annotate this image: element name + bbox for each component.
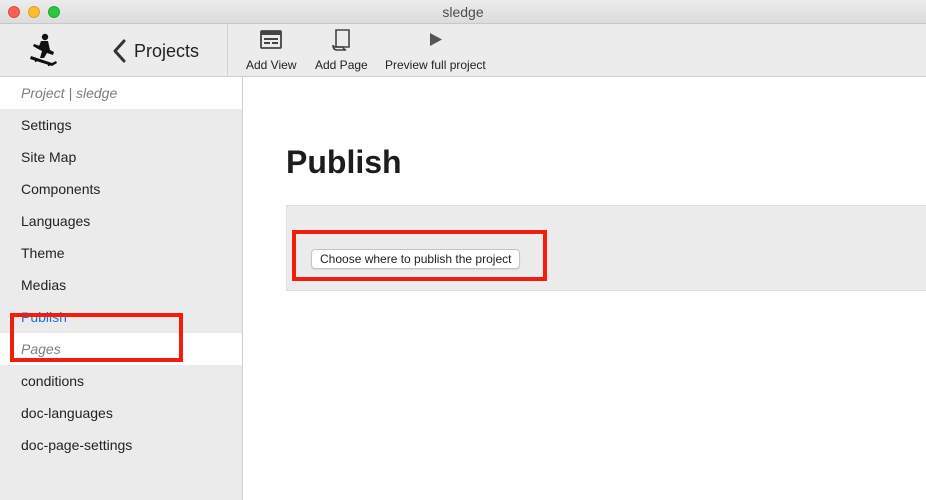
sidebar-item-settings[interactable]: Settings <box>0 109 242 141</box>
projects-back-button[interactable]: Projects <box>110 37 199 65</box>
toolbar-separator <box>227 24 228 77</box>
play-icon <box>430 33 443 46</box>
sidebar-item-theme[interactable]: Theme <box>0 237 242 269</box>
projects-back-label: Projects <box>134 40 200 61</box>
chevron-left-icon <box>113 39 126 63</box>
sidebar-section-pages: Pages <box>0 333 242 365</box>
page-title: Publish <box>286 144 402 180</box>
window-title: sledge <box>442 4 484 20</box>
add-page-label: Add Page <box>315 58 368 72</box>
publish-panel: Choose where to publish the project <box>286 205 926 291</box>
sidebar: Project | sledge Settings Site Map Compo… <box>0 77 243 500</box>
sidebar-item-languages[interactable]: Languages <box>0 205 242 237</box>
sidebar-item-site-map[interactable]: Site Map <box>0 141 242 173</box>
choose-publish-location-button[interactable]: Choose where to publish the project <box>311 249 521 269</box>
window-layout-icon <box>260 30 283 49</box>
sidebar-item-conditions[interactable]: conditions <box>0 365 242 397</box>
add-view-label: Add View <box>246 58 297 72</box>
page-scroll-icon <box>332 29 351 51</box>
add-view-button[interactable]: Add View <box>246 28 296 74</box>
toolbar: Projects Add View Add Page Preview full … <box>0 24 926 77</box>
sidebar-item-doc-languages[interactable]: doc-languages <box>0 397 242 429</box>
sidebar-item-components[interactable]: Components <box>0 173 242 205</box>
sidebar-item-medias[interactable]: Medias <box>0 269 242 301</box>
sidebar-section-project: Project | sledge <box>0 77 242 109</box>
add-page-button[interactable]: Add Page <box>315 28 368 74</box>
sidebar-item-doc-page-settings[interactable]: doc-page-settings <box>0 429 242 461</box>
preview-full-project-label: Preview full project <box>385 58 486 72</box>
main-content: Publish Choose where to publish the proj… <box>244 77 926 500</box>
sidebar-item-publish[interactable]: Publish <box>0 301 242 333</box>
title-bar: sledge <box>0 0 926 24</box>
sledge-logo-icon <box>30 33 57 67</box>
preview-full-project-button[interactable]: Preview full project <box>385 28 486 74</box>
